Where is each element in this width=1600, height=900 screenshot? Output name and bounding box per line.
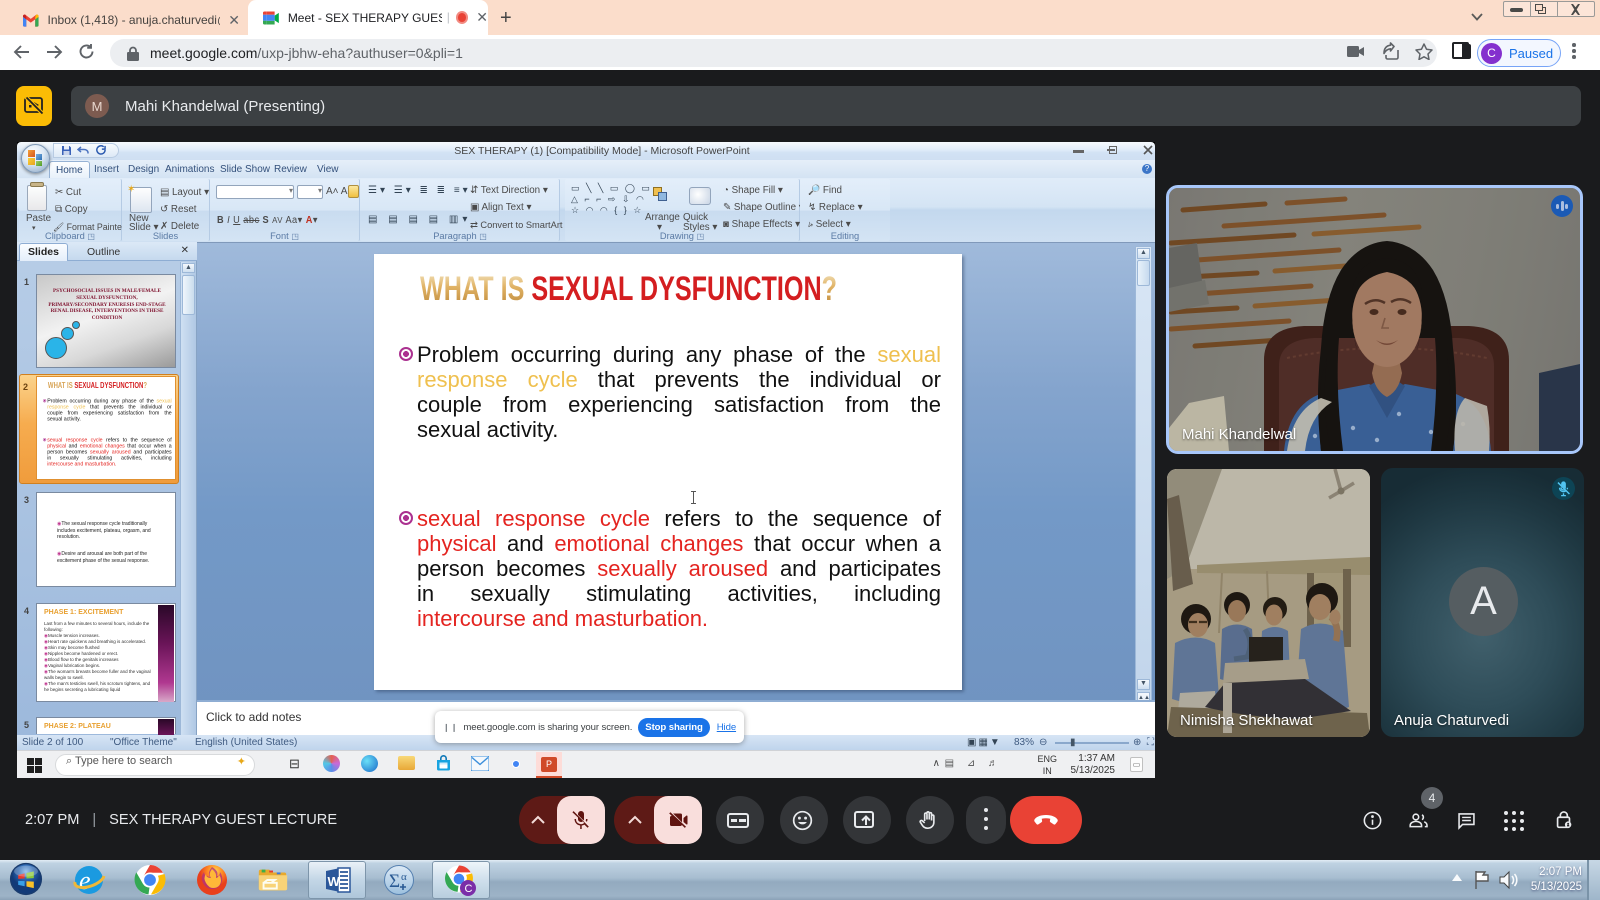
svg-text:W: W [328,874,341,889]
svg-text:e: e [79,866,91,895]
svg-text:C: C [465,883,473,895]
svg-text:α: α [401,871,407,883]
svg-text:Σ: Σ [389,871,400,892]
